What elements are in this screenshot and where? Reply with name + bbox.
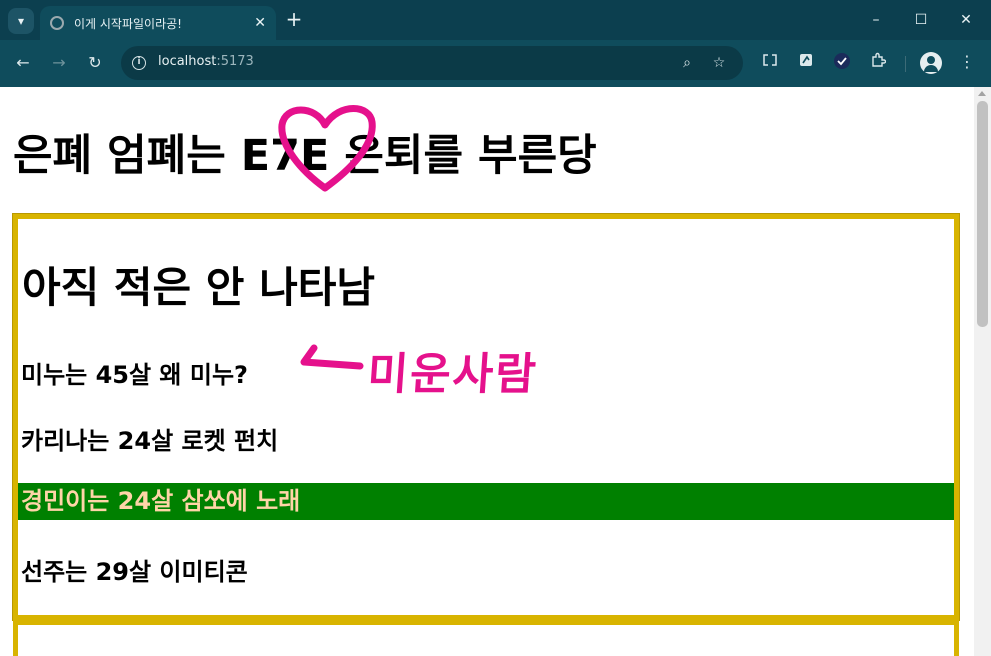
tab-close-icon[interactable]: ✕ xyxy=(254,15,266,31)
chevron-down-icon: ▾ xyxy=(17,14,25,28)
scroll-thumb[interactable] xyxy=(977,101,988,327)
menu-kebab-icon[interactable]: ⋮ xyxy=(957,52,977,72)
zoom-icon[interactable]: ⌕ xyxy=(677,53,697,73)
extension-check-icon[interactable] xyxy=(832,52,852,72)
minimize-button[interactable]: – xyxy=(862,6,890,34)
extensions-puzzle-icon[interactable] xyxy=(868,52,888,72)
back-button[interactable]: ← xyxy=(11,51,35,75)
annotation-text: 미운사람 xyxy=(365,349,540,400)
tab-search-button[interactable]: ▾ xyxy=(8,8,34,34)
heart-scribble-annotation xyxy=(278,105,376,192)
vertical-scrollbar[interactable] xyxy=(974,87,991,656)
url-port: :5173 xyxy=(216,54,254,69)
browser-toolbar: ← → ↻ i localhost:5173 ⌕ ☆ ⋮ xyxy=(0,40,991,87)
member-item-highlighted: 경민이는 24살 삼쏘에 노래 xyxy=(18,483,954,520)
toolbar-divider xyxy=(905,56,906,72)
address-bar[interactable]: i localhost:5173 ⌕ ☆ xyxy=(121,46,743,80)
maximize-button[interactable]: ☐ xyxy=(907,6,935,34)
profile-card-2 xyxy=(13,620,959,656)
tab-title: 이게 시작파일이라공! xyxy=(74,16,182,31)
url-text[interactable]: localhost:5173 xyxy=(158,54,254,69)
arrow-scribble-annotation xyxy=(300,344,364,370)
forward-button[interactable]: → xyxy=(47,51,71,75)
card-heading: 아직 적은 안 나타남 xyxy=(22,263,375,312)
profile-avatar-icon[interactable] xyxy=(920,52,942,74)
member-item: 미누는 45살 왜 미누? xyxy=(21,361,248,389)
browser-tab[interactable]: 이게 시작파일이라공! ✕ xyxy=(40,6,276,40)
close-window-button[interactable]: ✕ xyxy=(952,6,980,34)
reload-button[interactable]: ↻ xyxy=(83,51,107,75)
profile-card: 아직 적은 안 나타남 미누는 45살 왜 미누? 카리나는 24살 로켓 펀치… xyxy=(12,213,960,621)
globe-icon xyxy=(50,16,64,30)
member-item: 선주는 29살 이미티콘 xyxy=(21,558,248,586)
member-item: 카리나는 24살 로켓 펀치 xyxy=(21,427,279,455)
extension-reader-icon[interactable] xyxy=(796,52,816,72)
site-info-icon[interactable]: i xyxy=(132,56,146,70)
scroll-up-arrow-icon[interactable] xyxy=(978,91,986,96)
url-host: localhost xyxy=(158,54,217,69)
extension-code-icon[interactable] xyxy=(760,52,780,72)
new-tab-button[interactable]: + xyxy=(284,8,304,32)
browser-titlebar: ▾ 이게 시작파일이라공! ✕ + – ☐ ✕ xyxy=(0,0,991,40)
bookmark-star-icon[interactable]: ☆ xyxy=(709,53,729,73)
